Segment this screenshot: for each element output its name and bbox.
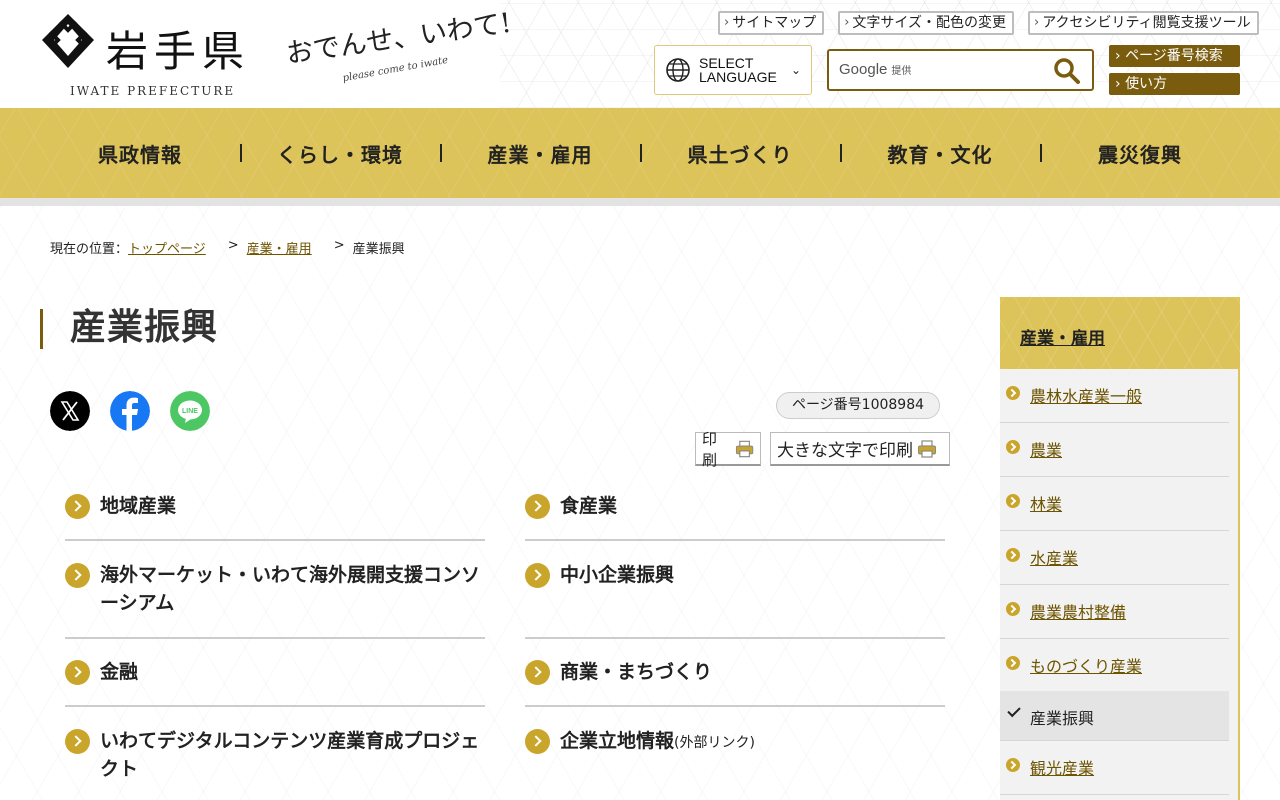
global-nav: 県政情報 くらし・環境 産業・雇用 県土づくり 教育・文化 震災復興 [0,108,1280,198]
external-link-note: (外部リンク) [674,735,755,751]
arrow-circle-icon [65,563,90,588]
logo-name: 岩手県 [106,27,251,76]
link-food-industry[interactable]: 食産業 [525,494,945,541]
nav-item-land[interactable]: 県土づくり [640,108,840,198]
print-button[interactable]: 印刷 [695,430,761,469]
breadcrumb-industry[interactable]: 産業・雇用 [247,238,312,257]
breadcrumb-current: 産業振興 [352,242,405,257]
print-large-button[interactable]: 大きな文字で印刷 [770,432,950,466]
arrow-circle-icon [525,494,550,519]
logo-english: IWATE PREFECTURE [70,84,236,98]
arrow-circle-icon [65,729,90,754]
printer-icon [918,439,936,458]
sidebar-heading[interactable]: 産業・雇用 [1000,297,1240,369]
search-icon[interactable] [1052,56,1082,86]
sidebar-item-agriculture[interactable]: 農業 [1000,423,1229,477]
chevron-right-icon: › [724,15,730,30]
sidebar-item-industry-promotion[interactable]: 産業振興 [1000,691,1229,741]
breadcrumb-separator: > [333,238,345,253]
link-sme-promotion[interactable]: 中小企業振興 [525,563,945,639]
check-icon [1007,703,1021,718]
language-label-line2: LANGUAGE [699,69,777,85]
printer-icon [735,440,754,457]
arrow-circle-icon [525,563,550,588]
nav-item-living[interactable]: くらし・環境 [240,108,440,198]
site-logo[interactable]: 岩手県 IWATE PREFECTURE [40,12,272,102]
breadcrumb-top[interactable]: トップページ [128,238,206,257]
chevron-down-icon: ⌄ [790,63,801,77]
arrow-circle-icon [525,729,550,754]
nav-item-education[interactable]: 教育・文化 [840,108,1040,198]
utility-links: › サイトマップ › 文字サイズ・配色の変更 › アクセシビリティ閲覧支援ツール [718,11,1259,35]
x-share-icon[interactable] [50,391,90,431]
slogan-jp: おでんせ、いわて! [284,7,514,70]
link-overseas-market[interactable]: 海外マーケット・いわて海外展開支援コンソーシアム [65,563,485,639]
sidebar-item-rural-development[interactable]: 農業農村整備 [1000,585,1229,639]
link-digital-contents[interactable]: いわてデジタルコンテンツ産業育成プロジェクト [65,729,485,800]
provided-label: 提供 [891,66,912,77]
breadcrumb: 現在の位置： トップページ > 産業・雇用 > 産業振興 [50,238,405,257]
chevron-right-icon: › [1034,15,1040,30]
sidebar-item-forestry[interactable]: 林業 [1000,477,1229,531]
slogan: おでんせ、いわて! please come to iwate [284,8,526,92]
arrow-circle-icon [1006,386,1020,400]
sidebar-item-agri-forestry-fishery[interactable]: 農林水産業一般 [1000,369,1229,423]
sidebar-item-tourism[interactable]: 観光産業 [1000,741,1229,795]
arrow-circle-icon [65,660,90,685]
breadcrumb-separator: > [227,238,239,253]
arrow-circle-icon [1006,548,1020,562]
arrow-circle-icon [1006,758,1020,772]
link-business-location[interactable]: 企業立地情報(外部リンク) [525,729,945,800]
language-label-line1: SELECT [699,55,754,71]
facebook-share-icon[interactable] [110,391,150,431]
link-finance[interactable]: 金融 [65,660,485,707]
sidebar-item-fishery[interactable]: 水産業 [1000,531,1229,585]
globe-icon [666,58,690,82]
link-regional-industry[interactable]: 地域産業 [65,494,485,541]
breadcrumb-prefix: 現在の位置： [50,242,129,257]
arrow-circle-icon [1006,494,1020,508]
svg-text:LINE: LINE [182,408,198,415]
arrow-circle-icon [1006,656,1020,670]
accessibility-tool-link[interactable]: › アクセシビリティ閲覧支援ツール [1028,11,1259,35]
nav-item-reconstruction[interactable]: 震災復興 [1040,108,1240,198]
nav-item-prefectural-info[interactable]: 県政情報 [40,108,240,198]
how-to-use-button[interactable]: › 使い方 [1109,73,1240,95]
arrow-circle-icon [1006,440,1020,454]
page-number-badge: ページ番号1008984 [776,392,940,419]
sitemap-link[interactable]: › サイトマップ [718,11,825,35]
line-share-icon[interactable]: LINE [170,391,210,431]
text-size-color-link[interactable]: › 文字サイズ・配色の変更 [838,11,1014,35]
nav-underline [0,198,1280,206]
site-search-input[interactable]: Google 提供 [827,49,1094,91]
prefecture-emblem-icon [42,14,94,68]
select-language-button[interactable]: SELECT LANGUAGE ⌄ [654,45,812,95]
chevron-right-icon: › [844,15,850,30]
nav-item-industry[interactable]: 産業・雇用 [440,108,640,198]
arrow-circle-icon [65,494,90,519]
link-commerce-towns[interactable]: 商業・まちづくり [525,660,945,707]
google-label: Google [839,61,888,78]
page-number-search-button[interactable]: › ページ番号検索 [1109,45,1240,67]
page-title: 産業振興 [40,309,218,349]
arrow-circle-icon [1006,602,1020,616]
arrow-circle-icon [525,660,550,685]
sidebar-item-manufacturing[interactable]: ものづくり産業 [1000,639,1229,693]
sidebar: 産業・雇用 農林水産業一般 農業 林業 水産業 農業農村整備 ものづくり産業 産… [1000,297,1240,800]
site-header: 岩手県 IWATE PREFECTURE おでんせ、いわて! please co… [0,0,1280,108]
